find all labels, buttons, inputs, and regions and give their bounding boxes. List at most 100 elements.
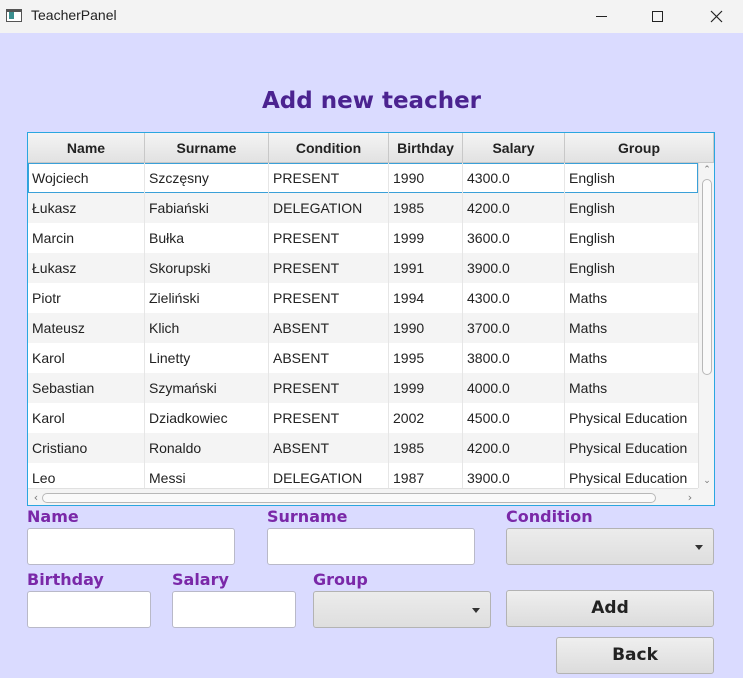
table-cell: 3900.0	[463, 253, 565, 283]
table-cell: Karol	[28, 343, 145, 373]
maximize-button[interactable]	[634, 0, 680, 33]
table-cell: English	[565, 223, 698, 253]
table-cell: Maths	[565, 313, 698, 343]
name-input[interactable]	[27, 528, 235, 565]
app-window-icon	[6, 9, 22, 22]
window-titlebar: TeacherPanel	[0, 0, 743, 33]
table-cell: 3900.0	[463, 463, 565, 488]
table-cell: 1995	[389, 343, 463, 373]
salary-input[interactable]	[172, 591, 296, 628]
scroll-up-icon[interactable]: ⌃	[699, 163, 714, 177]
table-cell: Physical Education	[565, 403, 698, 433]
table-cell: Maths	[565, 283, 698, 313]
table-cell: Zieliński	[145, 283, 269, 313]
table-cell: English	[565, 253, 698, 283]
group-select[interactable]	[313, 591, 491, 628]
birthday-input[interactable]	[27, 591, 151, 628]
table-cell: Karol	[28, 403, 145, 433]
table-cell: PRESENT	[269, 163, 389, 193]
table-cell: Messi	[145, 463, 269, 488]
column-header[interactable]: Surname	[145, 133, 269, 163]
condition-label: Condition	[506, 507, 593, 526]
table-row[interactable]: Sebastian Szymański PRESENT 1999 4000.0 Maths	[28, 373, 698, 403]
table-cell: Łukasz	[28, 193, 145, 223]
table-body[interactable]: Wojciech Szczęsny PRESENT 1990 4300.0 English…	[28, 163, 698, 488]
table-cell: Fabiański	[145, 193, 269, 223]
maximize-icon	[651, 11, 663, 22]
column-header[interactable]: Group	[565, 133, 714, 163]
table-row[interactable]: Cristiano Ronaldo ABSENT 1985 4200.0 Physical…	[28, 433, 698, 463]
table-cell: Physical Education	[565, 463, 698, 488]
table-row[interactable]: Wojciech Szczęsny PRESENT 1990 4300.0 English	[28, 163, 698, 193]
table-cell: 2002	[389, 403, 463, 433]
table-cell: 4500.0	[463, 403, 565, 433]
table-cell: ABSENT	[269, 343, 389, 373]
table-cell: 4200.0	[463, 193, 565, 223]
vertical-scroll-thumb[interactable]	[702, 179, 712, 375]
table-cell: 4200.0	[463, 433, 565, 463]
table-cell: 1991	[389, 253, 463, 283]
table-row[interactable]: Karol Dziadkowiec PRESENT 2002 4500.0 Physica…	[28, 403, 698, 433]
table-cell: 4300.0	[463, 163, 565, 193]
table-cell: 4000.0	[463, 373, 565, 403]
table-cell: ABSENT	[269, 433, 389, 463]
page-title: Add new teacher	[261, 88, 482, 114]
table-cell: Ronaldo	[145, 433, 269, 463]
table-cell: Physical Education	[565, 433, 698, 463]
column-header[interactable]: Salary	[463, 133, 565, 163]
table-cell: English	[565, 163, 698, 193]
table-cell: DELEGATION	[269, 463, 389, 488]
close-button[interactable]	[693, 0, 739, 33]
birthday-label: Birthday	[27, 570, 104, 589]
surname-label: Surname	[267, 507, 348, 526]
column-header[interactable]: Name	[28, 133, 145, 163]
table-cell: PRESENT	[269, 373, 389, 403]
chevron-down-icon	[695, 545, 703, 550]
table-cell: Klich	[145, 313, 269, 343]
chevron-down-icon	[472, 608, 480, 613]
teachers-table[interactable]: Name Surname Condition Birthday Salary Group …	[27, 132, 715, 506]
table-row[interactable]: Karol Linetty ABSENT 1995 3800.0 Maths	[28, 343, 698, 373]
surname-input[interactable]	[267, 528, 475, 565]
minimize-button[interactable]	[578, 0, 624, 33]
table-cell: 1985	[389, 433, 463, 463]
add-button[interactable]: Add	[506, 590, 714, 627]
table-cell: 3800.0	[463, 343, 565, 373]
table-row[interactable]: Piotr Zieliński PRESENT 1994 4300.0 Maths	[28, 283, 698, 313]
scroll-down-icon[interactable]: ⌄	[699, 474, 714, 488]
table-cell: 1999	[389, 223, 463, 253]
table-cell: English	[565, 193, 698, 223]
group-label: Group	[313, 570, 368, 589]
condition-select[interactable]	[506, 528, 714, 565]
scroll-corner	[698, 488, 714, 505]
table-cell: DELEGATION	[269, 193, 389, 223]
vertical-scrollbar[interactable]: ⌃ ⌄	[698, 163, 714, 488]
table-cell: Cristiano	[28, 433, 145, 463]
table-row[interactable]: Łukasz Fabiański DELEGATION 1985 4200.0 Engli…	[28, 193, 698, 223]
table-cell: Szczęsny	[145, 163, 269, 193]
name-label: Name	[27, 507, 79, 526]
table-cell: PRESENT	[269, 223, 389, 253]
table-row[interactable]: Mateusz Klich ABSENT 1990 3700.0 Maths	[28, 313, 698, 343]
table-cell: Maths	[565, 343, 698, 373]
table-cell: Sebastian	[28, 373, 145, 403]
table-cell: Marcin	[28, 223, 145, 253]
horizontal-scroll-thumb[interactable]	[42, 493, 656, 503]
table-cell: Dziadkowiec	[145, 403, 269, 433]
table-cell: Maths	[565, 373, 698, 403]
table-cell: Bułka	[145, 223, 269, 253]
back-button[interactable]: Back	[556, 637, 714, 674]
table-cell: Szymański	[145, 373, 269, 403]
table-row[interactable]: Leo Messi DELEGATION 1987 3900.0 Physical Edu…	[28, 463, 698, 488]
window-title: TeacherPanel	[31, 7, 117, 23]
table-cell: ABSENT	[269, 313, 389, 343]
scroll-right-icon[interactable]: ›	[682, 489, 698, 505]
column-header[interactable]: Birthday	[389, 133, 463, 163]
horizontal-scrollbar[interactable]: ‹ ›	[28, 488, 698, 505]
column-header[interactable]: Condition	[269, 133, 389, 163]
table-row[interactable]: Łukasz Skorupski PRESENT 1991 3900.0 English	[28, 253, 698, 283]
table-cell: Wojciech	[28, 163, 145, 193]
salary-label: Salary	[172, 570, 229, 589]
table-cell: Łukasz	[28, 253, 145, 283]
table-row[interactable]: Marcin Bułka PRESENT 1999 3600.0 English	[28, 223, 698, 253]
